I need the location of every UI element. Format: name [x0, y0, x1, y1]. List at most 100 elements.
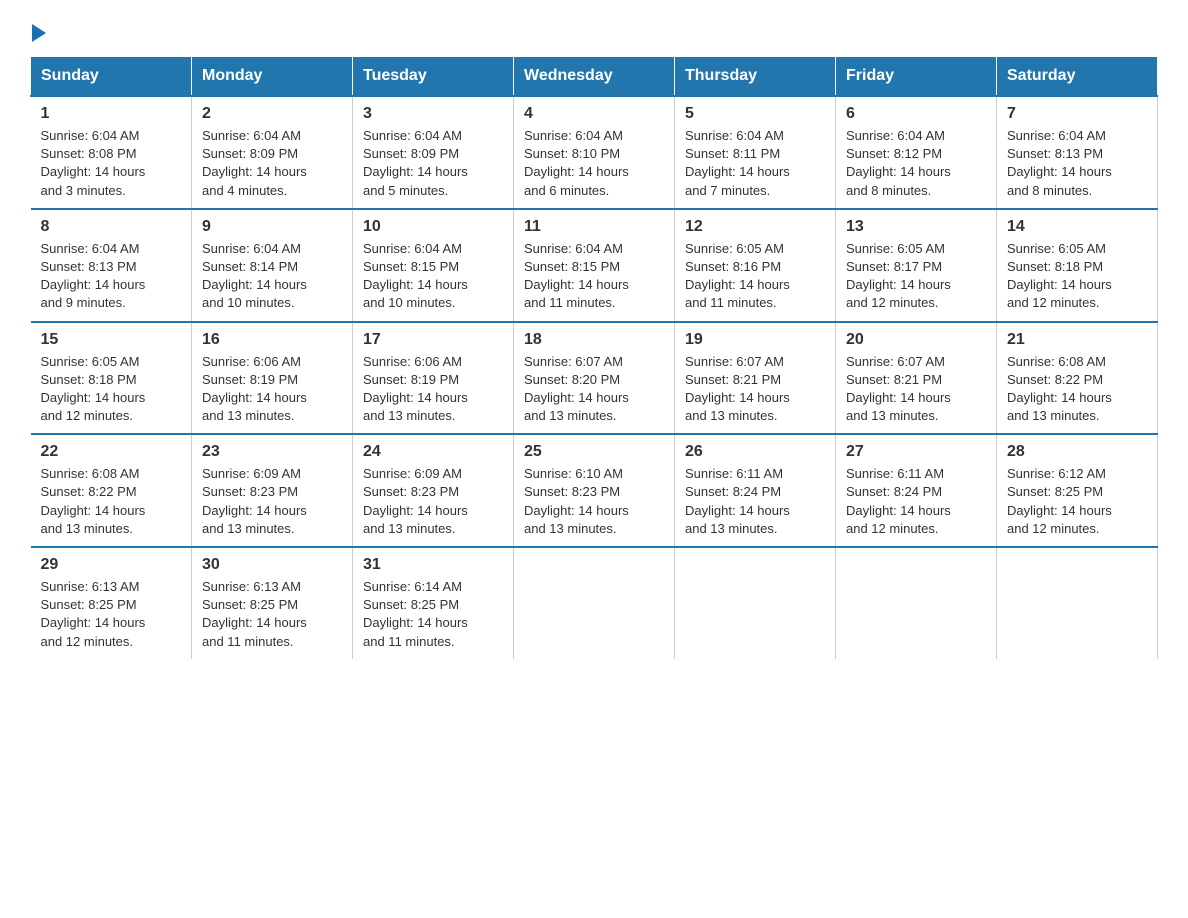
day-number: 22 — [41, 443, 182, 461]
day-number: 30 — [202, 556, 342, 574]
calendar-week-row: 22 Sunrise: 6:08 AMSunset: 8:22 PMDaylig… — [31, 434, 1158, 547]
day-number: 28 — [1007, 443, 1147, 461]
calendar-day-cell: 1 Sunrise: 6:04 AMSunset: 8:08 PMDayligh… — [31, 96, 192, 209]
calendar-day-cell: 12 Sunrise: 6:05 AMSunset: 8:16 PMDaylig… — [675, 209, 836, 322]
day-info: Sunrise: 6:09 AMSunset: 8:23 PMDaylight:… — [363, 465, 503, 538]
calendar-day-cell: 28 Sunrise: 6:12 AMSunset: 8:25 PMDaylig… — [997, 434, 1158, 547]
weekday-header-row: SundayMondayTuesdayWednesdayThursdayFrid… — [31, 57, 1158, 97]
calendar-week-row: 15 Sunrise: 6:05 AMSunset: 8:18 PMDaylig… — [31, 322, 1158, 435]
calendar-day-cell: 18 Sunrise: 6:07 AMSunset: 8:20 PMDaylig… — [514, 322, 675, 435]
calendar-day-cell — [997, 547, 1158, 659]
calendar-day-cell: 4 Sunrise: 6:04 AMSunset: 8:10 PMDayligh… — [514, 96, 675, 209]
weekday-header-thursday: Thursday — [675, 57, 836, 97]
page-header — [30, 20, 1158, 36]
calendar-day-cell — [514, 547, 675, 659]
calendar-day-cell: 14 Sunrise: 6:05 AMSunset: 8:18 PMDaylig… — [997, 209, 1158, 322]
day-info: Sunrise: 6:13 AMSunset: 8:25 PMDaylight:… — [41, 578, 182, 651]
day-number: 21 — [1007, 331, 1147, 349]
day-number: 18 — [524, 331, 664, 349]
calendar-day-cell: 24 Sunrise: 6:09 AMSunset: 8:23 PMDaylig… — [353, 434, 514, 547]
day-info: Sunrise: 6:13 AMSunset: 8:25 PMDaylight:… — [202, 578, 342, 651]
weekday-header-wednesday: Wednesday — [514, 57, 675, 97]
calendar-week-row: 1 Sunrise: 6:04 AMSunset: 8:08 PMDayligh… — [31, 96, 1158, 209]
day-info: Sunrise: 6:04 AMSunset: 8:14 PMDaylight:… — [202, 240, 342, 313]
calendar-day-cell — [836, 547, 997, 659]
day-number: 16 — [202, 331, 342, 349]
weekday-header-sunday: Sunday — [31, 57, 192, 97]
calendar-day-cell: 20 Sunrise: 6:07 AMSunset: 8:21 PMDaylig… — [836, 322, 997, 435]
day-info: Sunrise: 6:04 AMSunset: 8:10 PMDaylight:… — [524, 127, 664, 200]
day-info: Sunrise: 6:04 AMSunset: 8:15 PMDaylight:… — [524, 240, 664, 313]
calendar-day-cell: 27 Sunrise: 6:11 AMSunset: 8:24 PMDaylig… — [836, 434, 997, 547]
calendar-week-row: 29 Sunrise: 6:13 AMSunset: 8:25 PMDaylig… — [31, 547, 1158, 659]
day-info: Sunrise: 6:08 AMSunset: 8:22 PMDaylight:… — [1007, 353, 1147, 426]
day-info: Sunrise: 6:08 AMSunset: 8:22 PMDaylight:… — [41, 465, 182, 538]
weekday-header-friday: Friday — [836, 57, 997, 97]
calendar-day-cell: 7 Sunrise: 6:04 AMSunset: 8:13 PMDayligh… — [997, 96, 1158, 209]
calendar-day-cell: 15 Sunrise: 6:05 AMSunset: 8:18 PMDaylig… — [31, 322, 192, 435]
day-number: 13 — [846, 218, 986, 236]
calendar-day-cell: 31 Sunrise: 6:14 AMSunset: 8:25 PMDaylig… — [353, 547, 514, 659]
day-number: 17 — [363, 331, 503, 349]
day-info: Sunrise: 6:04 AMSunset: 8:09 PMDaylight:… — [363, 127, 503, 200]
day-info: Sunrise: 6:11 AMSunset: 8:24 PMDaylight:… — [846, 465, 986, 538]
calendar-day-cell: 30 Sunrise: 6:13 AMSunset: 8:25 PMDaylig… — [192, 547, 353, 659]
calendar-day-cell: 25 Sunrise: 6:10 AMSunset: 8:23 PMDaylig… — [514, 434, 675, 547]
calendar-day-cell: 3 Sunrise: 6:04 AMSunset: 8:09 PMDayligh… — [353, 96, 514, 209]
calendar-day-cell: 2 Sunrise: 6:04 AMSunset: 8:09 PMDayligh… — [192, 96, 353, 209]
calendar-day-cell: 23 Sunrise: 6:09 AMSunset: 8:23 PMDaylig… — [192, 434, 353, 547]
day-info: Sunrise: 6:05 AMSunset: 8:18 PMDaylight:… — [41, 353, 182, 426]
calendar-day-cell: 16 Sunrise: 6:06 AMSunset: 8:19 PMDaylig… — [192, 322, 353, 435]
calendar-day-cell: 6 Sunrise: 6:04 AMSunset: 8:12 PMDayligh… — [836, 96, 997, 209]
day-info: Sunrise: 6:04 AMSunset: 8:08 PMDaylight:… — [41, 127, 182, 200]
calendar-day-cell: 8 Sunrise: 6:04 AMSunset: 8:13 PMDayligh… — [31, 209, 192, 322]
day-info: Sunrise: 6:12 AMSunset: 8:25 PMDaylight:… — [1007, 465, 1147, 538]
day-number: 4 — [524, 105, 664, 123]
day-info: Sunrise: 6:05 AMSunset: 8:18 PMDaylight:… — [1007, 240, 1147, 313]
day-number: 25 — [524, 443, 664, 461]
day-info: Sunrise: 6:07 AMSunset: 8:20 PMDaylight:… — [524, 353, 664, 426]
calendar-day-cell — [675, 547, 836, 659]
calendar-day-cell: 17 Sunrise: 6:06 AMSunset: 8:19 PMDaylig… — [353, 322, 514, 435]
weekday-header-tuesday: Tuesday — [353, 57, 514, 97]
day-info: Sunrise: 6:05 AMSunset: 8:17 PMDaylight:… — [846, 240, 986, 313]
calendar-week-row: 8 Sunrise: 6:04 AMSunset: 8:13 PMDayligh… — [31, 209, 1158, 322]
day-info: Sunrise: 6:04 AMSunset: 8:13 PMDaylight:… — [41, 240, 182, 313]
weekday-header-monday: Monday — [192, 57, 353, 97]
calendar-day-cell: 9 Sunrise: 6:04 AMSunset: 8:14 PMDayligh… — [192, 209, 353, 322]
calendar-day-cell: 21 Sunrise: 6:08 AMSunset: 8:22 PMDaylig… — [997, 322, 1158, 435]
day-number: 7 — [1007, 105, 1147, 123]
day-number: 27 — [846, 443, 986, 461]
day-info: Sunrise: 6:04 AMSunset: 8:15 PMDaylight:… — [363, 240, 503, 313]
day-number: 9 — [202, 218, 342, 236]
day-number: 11 — [524, 218, 664, 236]
logo-triangle-icon — [32, 24, 46, 42]
day-number: 31 — [363, 556, 503, 574]
day-info: Sunrise: 6:10 AMSunset: 8:23 PMDaylight:… — [524, 465, 664, 538]
day-number: 1 — [41, 105, 182, 123]
day-info: Sunrise: 6:06 AMSunset: 8:19 PMDaylight:… — [363, 353, 503, 426]
day-info: Sunrise: 6:14 AMSunset: 8:25 PMDaylight:… — [363, 578, 503, 651]
day-number: 14 — [1007, 218, 1147, 236]
day-info: Sunrise: 6:07 AMSunset: 8:21 PMDaylight:… — [685, 353, 825, 426]
day-number: 3 — [363, 105, 503, 123]
day-number: 10 — [363, 218, 503, 236]
day-number: 8 — [41, 218, 182, 236]
day-info: Sunrise: 6:07 AMSunset: 8:21 PMDaylight:… — [846, 353, 986, 426]
day-number: 15 — [41, 331, 182, 349]
day-info: Sunrise: 6:11 AMSunset: 8:24 PMDaylight:… — [685, 465, 825, 538]
day-info: Sunrise: 6:04 AMSunset: 8:09 PMDaylight:… — [202, 127, 342, 200]
day-info: Sunrise: 6:04 AMSunset: 8:11 PMDaylight:… — [685, 127, 825, 200]
day-number: 6 — [846, 105, 986, 123]
calendar-day-cell: 10 Sunrise: 6:04 AMSunset: 8:15 PMDaylig… — [353, 209, 514, 322]
day-number: 12 — [685, 218, 825, 236]
day-info: Sunrise: 6:04 AMSunset: 8:12 PMDaylight:… — [846, 127, 986, 200]
day-number: 29 — [41, 556, 182, 574]
day-number: 26 — [685, 443, 825, 461]
logo — [30, 20, 46, 36]
day-number: 5 — [685, 105, 825, 123]
day-info: Sunrise: 6:06 AMSunset: 8:19 PMDaylight:… — [202, 353, 342, 426]
day-number: 19 — [685, 331, 825, 349]
day-number: 2 — [202, 105, 342, 123]
calendar-day-cell: 11 Sunrise: 6:04 AMSunset: 8:15 PMDaylig… — [514, 209, 675, 322]
